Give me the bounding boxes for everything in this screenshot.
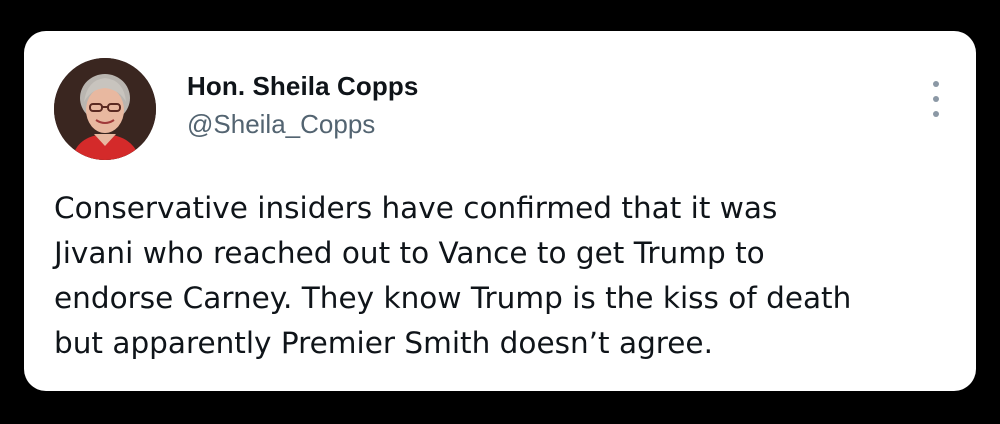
avatar-image <box>54 58 156 160</box>
tweet-text: Conservative insiders have confirmed tha… <box>54 186 959 366</box>
more-dot <box>933 81 939 87</box>
more-dot <box>933 96 939 102</box>
tweet-line: endorse Carney. They know Trump is the k… <box>54 281 852 315</box>
avatar[interactable] <box>54 58 156 160</box>
author-display-name[interactable]: Hon. Sheila Copps <box>187 71 418 102</box>
more-dot <box>933 111 939 117</box>
more-vertical-icon[interactable] <box>924 81 948 117</box>
tweet-line: but apparently Premier Smith doesn’t agr… <box>54 326 713 360</box>
author-handle[interactable]: @Sheila_Copps <box>187 109 375 140</box>
tweet-line: Conservative insiders have confirmed tha… <box>54 191 778 225</box>
tweet-card[interactable]: Hon. Sheila Copps @Sheila_Copps Conserva… <box>24 31 976 391</box>
tweet-line: Jivani who reached out to Vance to get T… <box>54 236 765 270</box>
